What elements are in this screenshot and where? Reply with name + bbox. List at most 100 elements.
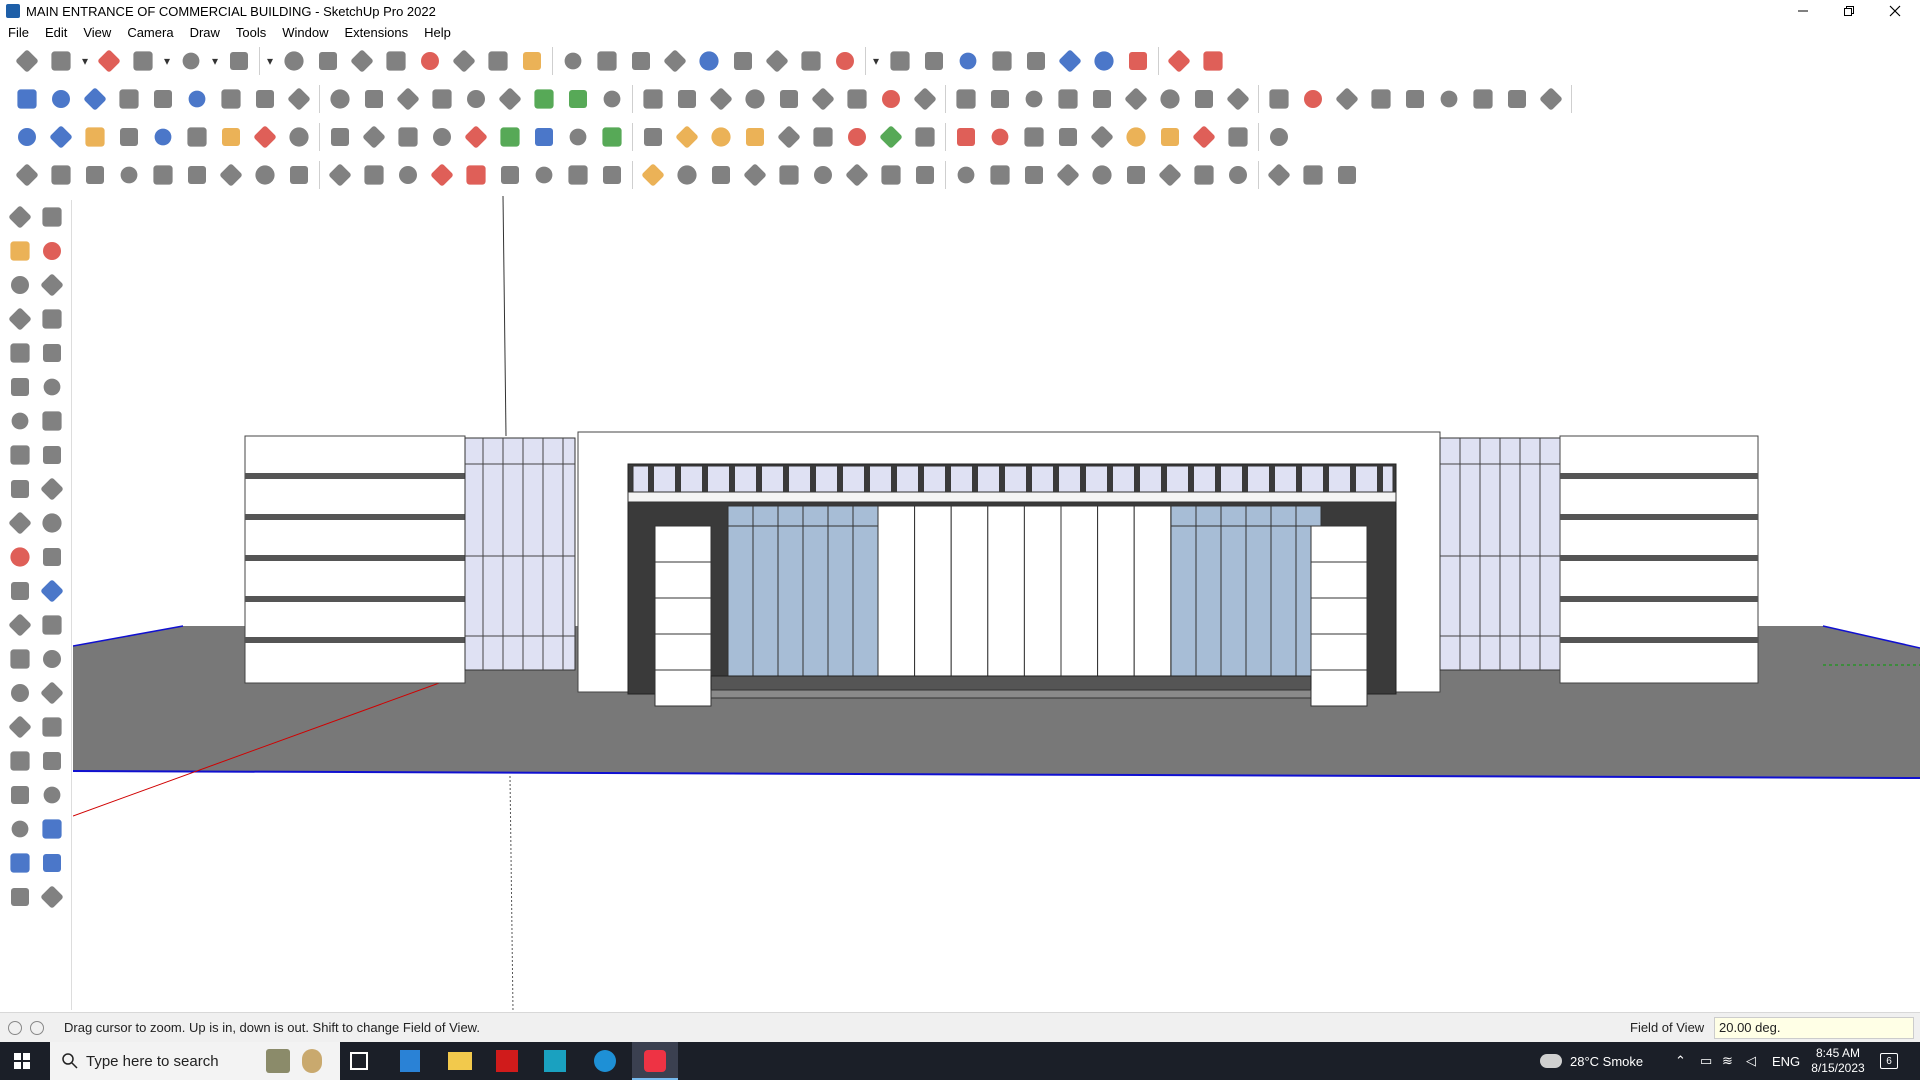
select-button[interactable] [4, 200, 36, 234]
move-button[interactable] [4, 472, 36, 506]
curve-red-button[interactable] [459, 158, 493, 192]
shape-spiral-button[interactable] [1119, 82, 1153, 116]
polygon-button[interactable] [36, 370, 68, 404]
menu-draw[interactable]: Draw [182, 25, 228, 40]
dropdown-button[interactable]: ▾ [160, 44, 174, 78]
menu-file[interactable]: File [0, 25, 37, 40]
dropdown-button[interactable]: ▾ [78, 44, 92, 78]
curve-button[interactable] [391, 82, 425, 116]
paint-bucket-button[interactable] [4, 234, 36, 268]
push-right-button[interactable] [248, 82, 282, 116]
menu-camera[interactable]: Camera [119, 25, 181, 40]
orbit2-button[interactable] [4, 676, 36, 710]
info-icon[interactable] [30, 1020, 44, 1035]
blue-plane2-button[interactable] [44, 120, 78, 154]
walk-button[interactable] [4, 812, 36, 846]
zoom-button[interactable] [4, 710, 36, 744]
shape-square-button[interactable] [908, 82, 942, 116]
roof2-button[interactable] [1398, 82, 1432, 116]
roof-button[interactable] [595, 82, 629, 116]
stamp-button[interactable] [4, 880, 36, 914]
file-explorer-icon[interactable] [448, 1052, 472, 1070]
down-arrows-button[interactable] [1019, 44, 1053, 78]
ribbon3-button[interactable] [874, 158, 908, 192]
underline-button[interactable] [112, 158, 146, 192]
outline-button[interactable] [323, 120, 357, 154]
rectangle-button[interactable] [222, 44, 256, 78]
select-button[interactable] [44, 44, 78, 78]
pan-button[interactable] [36, 676, 68, 710]
stairs-button[interactable] [112, 82, 146, 116]
grid-texture-button[interactable] [1364, 82, 1398, 116]
box3-button[interactable] [78, 82, 112, 116]
angle-button[interactable] [704, 158, 738, 192]
dimension-button[interactable] [36, 574, 68, 608]
rotated-rectangle-button[interactable] [36, 336, 68, 370]
move-button[interactable] [345, 44, 379, 78]
tape-measure-button[interactable] [447, 44, 481, 78]
push-f-button[interactable] [357, 82, 391, 116]
menu-view[interactable]: View [75, 25, 119, 40]
axes-button[interactable] [4, 642, 36, 676]
push-up-button[interactable] [146, 82, 180, 116]
shape-star-button[interactable] [1221, 82, 1255, 116]
task-view-icon[interactable] [350, 1052, 368, 1070]
arc-orange-button[interactable] [670, 120, 704, 154]
up-arrows-button[interactable] [985, 44, 1019, 78]
section-button[interactable] [1087, 44, 1121, 78]
shape-arch-button[interactable] [1085, 82, 1119, 116]
model-scene[interactable] [73, 196, 1920, 1012]
dropdown-button[interactable]: ▾ [869, 44, 883, 78]
edit2-button[interactable] [459, 82, 493, 116]
ribbon-button[interactable] [806, 158, 840, 192]
leaf-button[interactable] [670, 158, 704, 192]
corner2-button[interactable] [391, 158, 425, 192]
push-pull-button[interactable] [36, 472, 68, 506]
active-text-button[interactable] [112, 120, 146, 154]
dropdown-button[interactable]: ▾ [263, 44, 277, 78]
scale-button[interactable] [413, 44, 447, 78]
sandbox-button[interactable] [692, 44, 726, 78]
paint-bucket-button[interactable] [515, 44, 549, 78]
push-down-button[interactable] [180, 82, 214, 116]
wall-button[interactable] [636, 82, 670, 116]
taskbar-search-box[interactable]: Type here to search [50, 1042, 340, 1080]
gem-button[interactable] [1017, 120, 1051, 154]
texture-button[interactable] [1330, 82, 1364, 116]
pencil-button[interactable] [36, 268, 68, 302]
menu-tools[interactable]: Tools [228, 25, 274, 40]
2-point-arc-button[interactable] [36, 404, 68, 438]
wifi-icon[interactable]: ≋ [1722, 1042, 1733, 1080]
pencil-button[interactable] [1262, 82, 1296, 116]
minimize-button[interactable] [1780, 0, 1826, 22]
corner-button[interactable] [357, 158, 391, 192]
line-button[interactable] [126, 44, 160, 78]
model-viewport[interactable] [73, 196, 1920, 1012]
rectangle-button[interactable] [4, 336, 36, 370]
zoom-extents-button[interactable] [4, 744, 36, 778]
line-red-button[interactable] [425, 158, 459, 192]
plus-green-button[interactable] [493, 120, 527, 154]
loop-red-button[interactable] [840, 120, 874, 154]
mesh-button[interactable] [282, 158, 316, 192]
orbit-button[interactable] [556, 44, 590, 78]
line-button[interactable] [4, 302, 36, 336]
yellow-plane-button[interactable] [78, 120, 112, 154]
menu-edit[interactable]: Edit [37, 25, 75, 40]
eraser-button[interactable] [36, 234, 68, 268]
follow-me-button[interactable] [36, 506, 68, 540]
bracket-button[interactable] [1051, 120, 1085, 154]
3d-text-button[interactable] [36, 642, 68, 676]
sandbox-from-contours-button[interactable] [4, 846, 36, 880]
text-button[interactable] [481, 44, 515, 78]
stack2-button[interactable] [738, 158, 772, 192]
sketchup-taskbar-button[interactable] [632, 1042, 678, 1080]
measurements-box[interactable]: 20.00 deg. [1714, 1017, 1914, 1039]
ridge-button[interactable] [1262, 158, 1296, 192]
bounds-button[interactable] [493, 158, 527, 192]
shape3-button[interactable] [180, 158, 214, 192]
cone-button[interactable] [561, 120, 595, 154]
shape-circle-button[interactable] [949, 82, 983, 116]
modules-button[interactable] [1262, 120, 1296, 154]
ramp-button[interactable] [1534, 82, 1568, 116]
